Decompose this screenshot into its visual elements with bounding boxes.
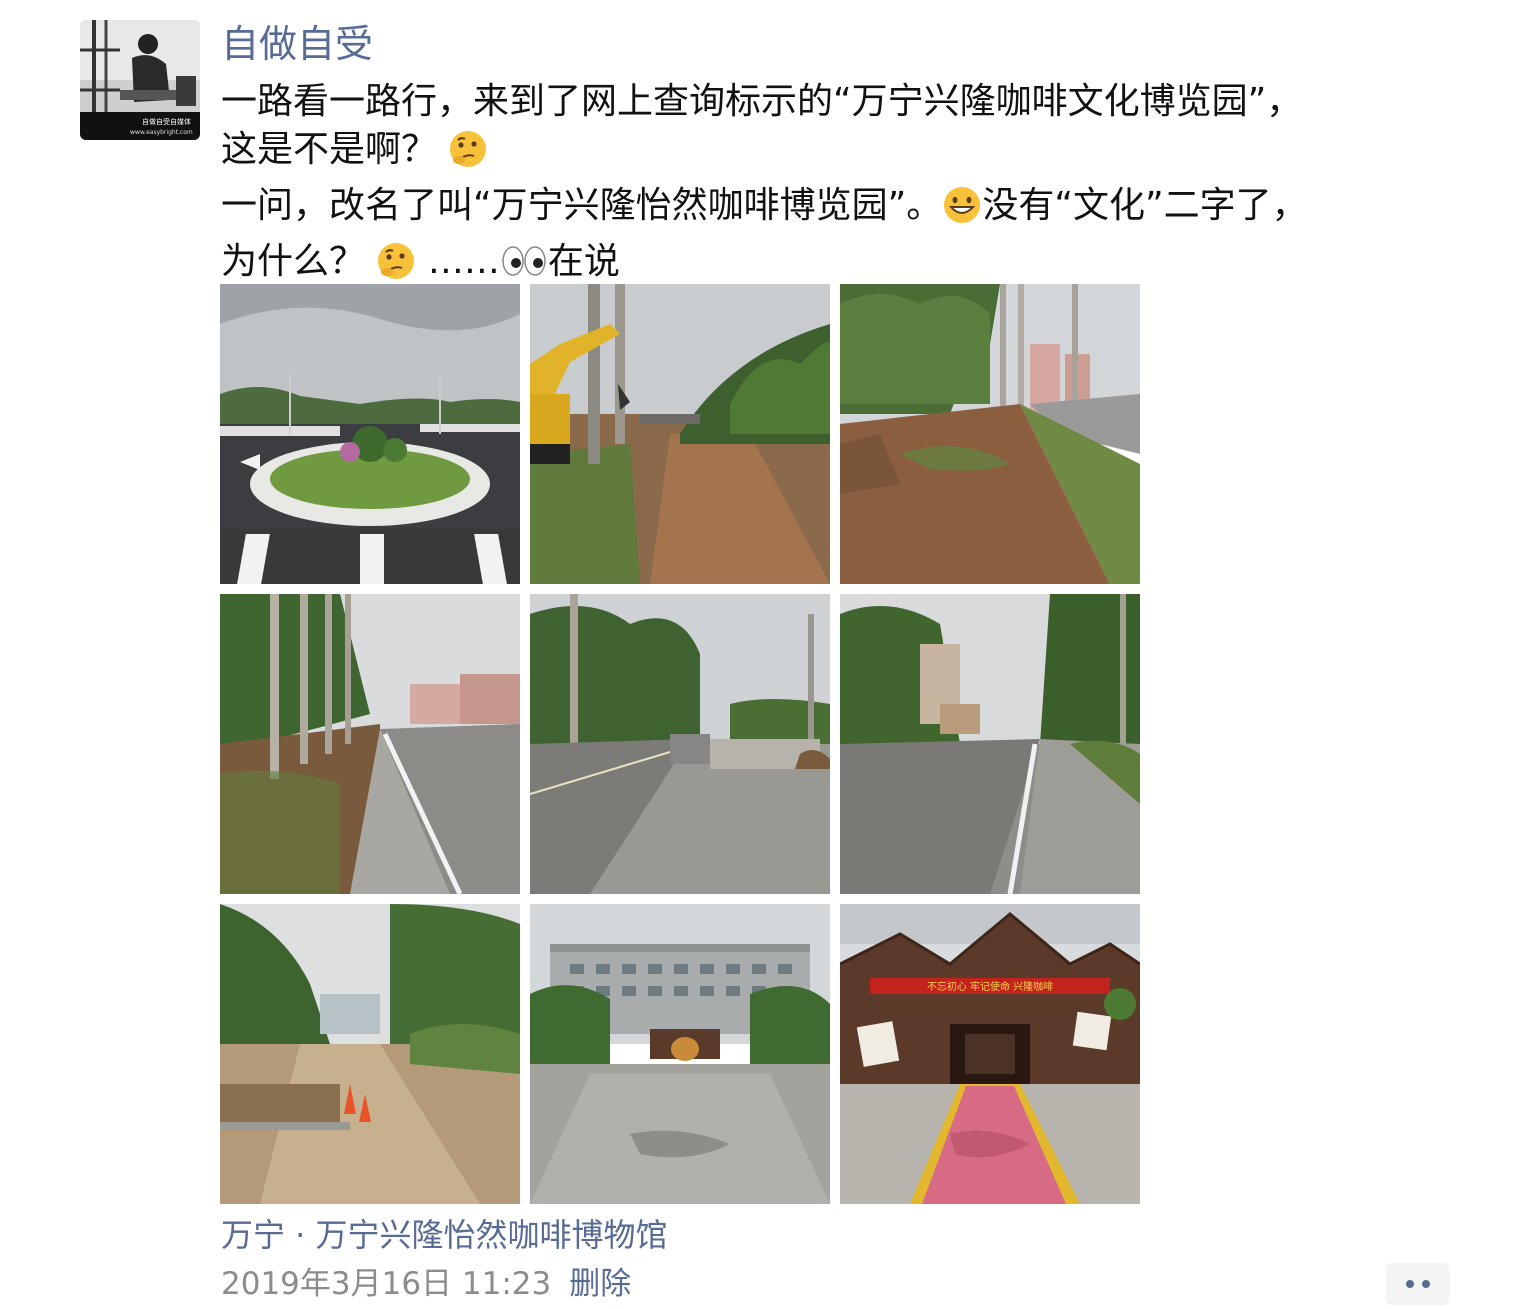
museum-banner-text: 不忘初心 牢记使命 兴隆咖啡	[927, 980, 1053, 993]
photo-6[interactable]	[840, 594, 1140, 894]
post-text-line-4c: 在说	[547, 241, 620, 282]
photo-2[interactable]	[530, 284, 830, 584]
photo-4[interactable]	[220, 594, 520, 894]
photo-9[interactable]: 不忘初心 牢记使命 兴隆咖啡	[840, 904, 1140, 1204]
post-text-line-3b: 没有“文化”二字了，	[982, 185, 1308, 226]
delete-button[interactable]: 删除	[569, 1266, 631, 1302]
thinking-face-emoji	[448, 129, 488, 182]
post-text-line-3: 一问，改名了叫“万宁兴隆怡然咖啡博览园”。 没有“文化”二字了，	[221, 182, 1451, 238]
road-construction-photo	[530, 594, 830, 894]
coffee-museum-entrance-photo: 不忘初心 牢记使命 兴隆咖啡	[840, 904, 1140, 1204]
dirt-lane-traffic-cones-photo	[220, 904, 520, 1204]
more-options-button[interactable]	[1386, 1263, 1450, 1305]
excavator-roadside-photo	[530, 284, 830, 584]
avatar[interactable]: 自做自受自媒体 www.easybright.com	[80, 20, 200, 140]
roundabout-road-photo	[220, 284, 520, 584]
photo-5[interactable]	[530, 594, 830, 894]
avatar-caption: 自做自受自媒体	[142, 117, 191, 126]
post-meta: 2019年3月16日 11:23 删除	[221, 1262, 631, 1306]
more-dot-1	[1406, 1280, 1414, 1288]
photo-7[interactable]	[220, 904, 520, 1204]
post-text-line-4a: 为什么？	[221, 241, 366, 282]
author-name[interactable]: 自做自受	[221, 18, 373, 70]
post-text-line-3a: 一问，改名了叫“万宁兴隆怡然咖啡博览园”。	[221, 185, 943, 226]
avatar-photo-icon: 自做自受自媒体 www.easybright.com	[80, 20, 200, 140]
post-text-line-4b: ……	[427, 241, 500, 282]
post-text-line-2-text: 这是不是啊？	[221, 129, 438, 170]
post-timestamp: 2019年3月16日 11:23	[221, 1266, 552, 1302]
post-text-line-2: 这是不是啊？	[221, 126, 1451, 182]
more-dot-2	[1422, 1280, 1430, 1288]
empty-road-photo	[840, 594, 1140, 894]
post-text: 一路看一路行，来到了网上查询标示的“万宁兴隆咖啡文化博览园”， 这是不是啊？ 一…	[221, 78, 1451, 294]
grinning-face-emoji	[942, 185, 982, 238]
post-text-line-1: 一路看一路行，来到了网上查询标示的“万宁兴隆咖啡文化博览园”，	[221, 81, 1303, 122]
photo-grid: 不忘初心 牢记使命 兴隆咖啡	[220, 284, 1140, 1204]
building-courtyard-photo	[530, 904, 830, 1204]
photo-1[interactable]	[220, 284, 520, 584]
cleared-palm-roadside-photo	[840, 284, 1140, 584]
photo-8[interactable]	[530, 904, 830, 1204]
location-link[interactable]: 万宁 · 万宁兴隆怡然咖啡博物馆	[221, 1212, 668, 1258]
photo-3[interactable]	[840, 284, 1140, 584]
avatar-url: www.easybright.com	[130, 129, 193, 136]
palm-tree-avenue-photo	[220, 594, 520, 894]
